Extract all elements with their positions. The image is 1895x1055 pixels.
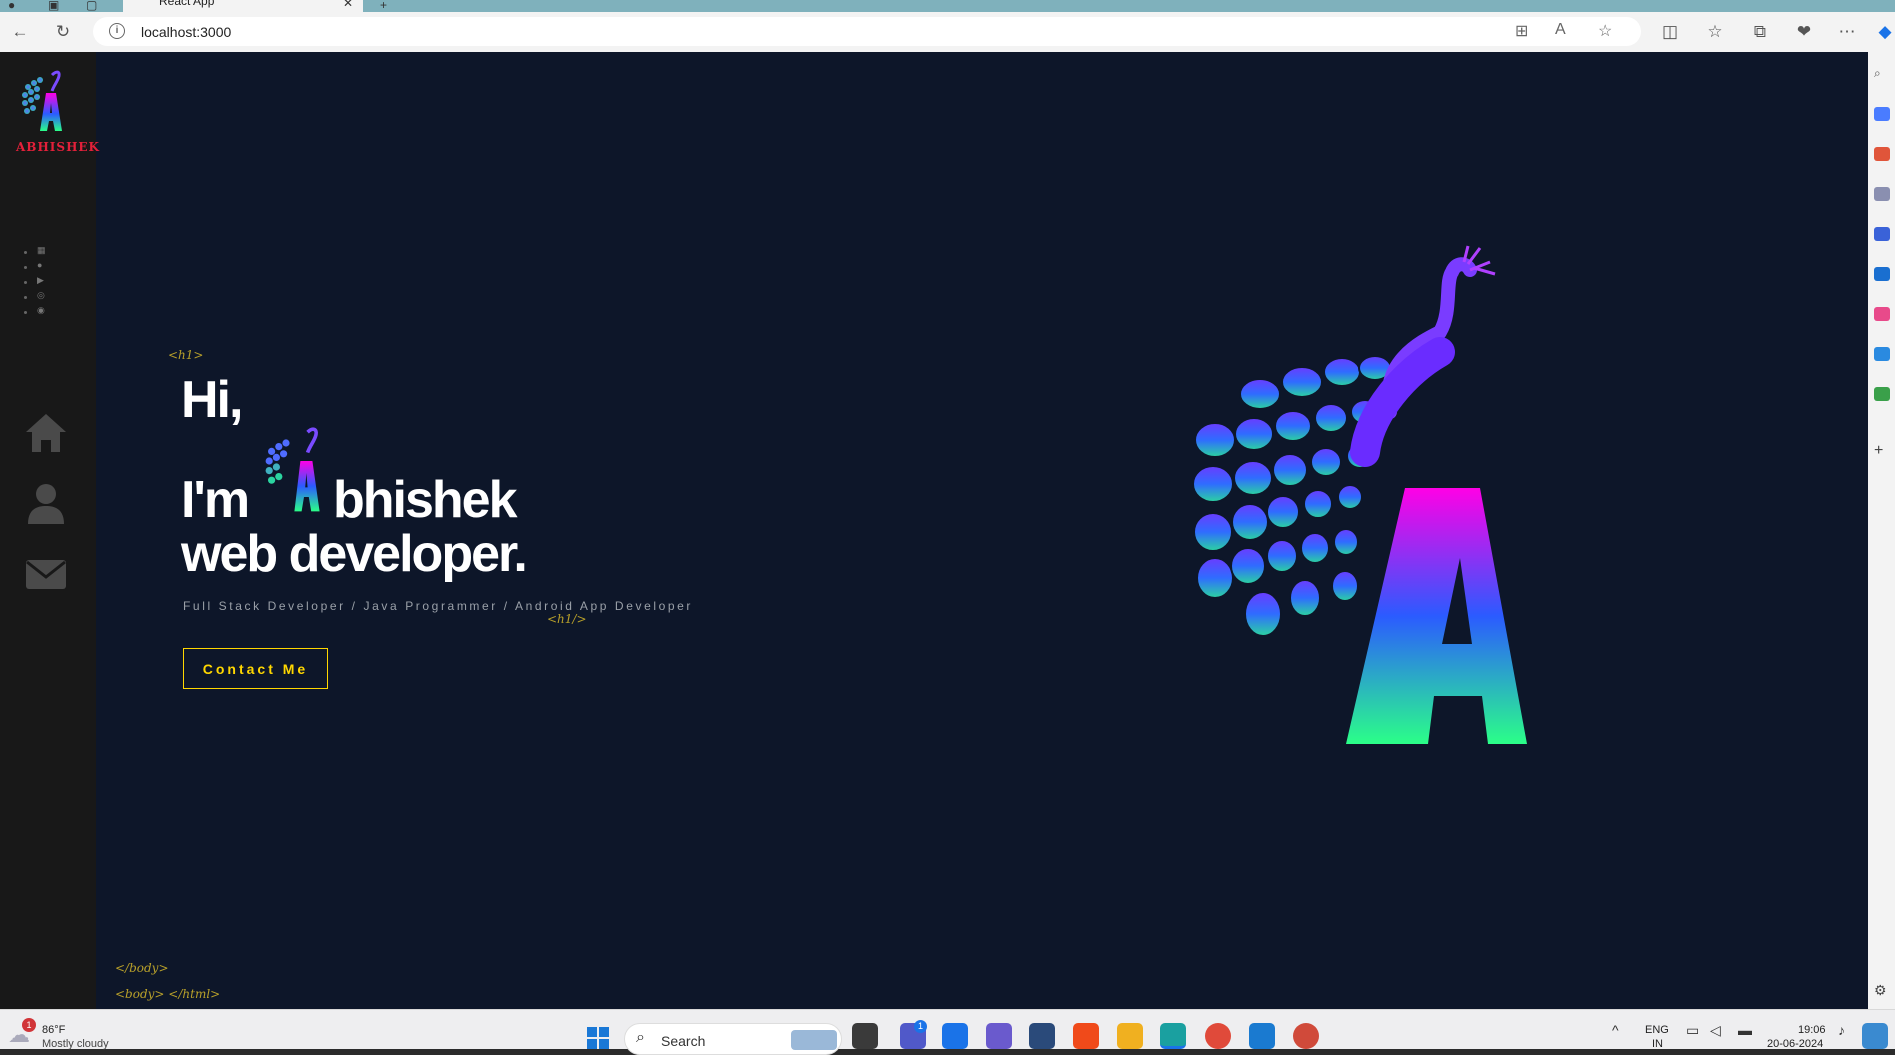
hero-intro: I'm	[181, 470, 250, 530]
h1-close-tag: <h1/>	[547, 612, 587, 626]
file-explorer-icon[interactable]	[1117, 1023, 1143, 1049]
favorites-icon[interactable]: ☆	[1702, 20, 1728, 44]
windows-start-icon[interactable]	[586, 1026, 610, 1050]
telegram-icon[interactable]	[1874, 347, 1890, 361]
hero-logo-icon	[265, 427, 320, 512]
youtube-icon[interactable]: ▶	[37, 275, 47, 285]
new-tab-icon[interactable]: +	[380, 0, 387, 12]
profile-icon[interactable]: ●	[8, 0, 15, 12]
discord-icon[interactable]: ◉	[37, 305, 47, 315]
tools-icon[interactable]	[1874, 147, 1890, 161]
weather-badge: 1	[22, 1018, 36, 1032]
search-highlight-icon	[791, 1030, 837, 1050]
hero-im-text: I'm	[181, 471, 250, 529]
edge-sidebar: ⌕ + ⚙	[1868, 52, 1895, 1009]
task-view-icon[interactable]	[852, 1023, 878, 1049]
site-info-icon[interactable]: i	[109, 23, 125, 39]
brave-browser-icon[interactable]	[1073, 1023, 1099, 1049]
weather-description[interactable]: Mostly cloudy	[42, 1038, 109, 1050]
read-aloud-icon[interactable]: A	[1555, 21, 1566, 39]
collections-icon[interactable]: ⧉	[1747, 20, 1773, 44]
chrome-profile-icon[interactable]	[1293, 1023, 1319, 1049]
html-close-tag: <body> </html>	[115, 987, 221, 1001]
game-icon[interactable]	[1874, 387, 1890, 401]
people-icon[interactable]	[1874, 187, 1890, 201]
hero-subtitle: Full Stack Developer / Java Programmer /…	[183, 599, 694, 613]
search-icon[interactable]: ⌕	[1874, 66, 1890, 80]
clock-time[interactable]: 19:06	[1798, 1024, 1826, 1036]
h1-open-tag: <h1>	[168, 348, 204, 362]
edge-browser-icon[interactable]	[1160, 1023, 1186, 1049]
shopping-icon[interactable]	[1874, 107, 1890, 121]
logo-peacock-icon[interactable]	[18, 67, 78, 137]
sidebar: ABHISHEK ▦ ● ▶ ◎ ◉	[0, 52, 99, 1009]
workspaces-icon[interactable]: ▣	[48, 0, 59, 12]
m365-icon[interactable]	[1874, 227, 1890, 241]
logo-text: ABHISHEK	[16, 140, 100, 154]
clock-date[interactable]: 20-06-2024	[1767, 1038, 1823, 1050]
copilot-tray-icon[interactable]	[1862, 1023, 1888, 1049]
language-bottom[interactable]: IN	[1652, 1038, 1663, 1050]
weather-temp[interactable]: 86°F	[42, 1024, 65, 1036]
hero-name-rest: bhishek	[333, 471, 517, 529]
taskbar-search[interactable]: ⌕ Search	[624, 1023, 842, 1055]
performance-icon[interactable]: ❤	[1791, 20, 1817, 44]
volume-icon[interactable]: ◁	[1710, 1022, 1721, 1039]
split-screen-icon[interactable]: ◫	[1657, 20, 1683, 44]
linkedin-icon[interactable]: ▦	[37, 245, 47, 255]
add-icon[interactable]: +	[1874, 442, 1890, 459]
designer-icon[interactable]	[1874, 307, 1890, 321]
browser-tab-strip: ● ▣ ▢ React App ✕ +	[0, 0, 1895, 12]
web-page: ABHISHEK ▦ ● ▶ ◎ ◉ <h1> Hi, I'm bhishek …	[0, 52, 1868, 1009]
more-menu-icon[interactable]: ⋯	[1834, 20, 1860, 44]
copilot-icon[interactable]: ◆	[1872, 20, 1895, 44]
taskbar: ☁ 1 86°F Mostly cloudy ⌕ Search 1 ^ ENG …	[0, 1009, 1895, 1055]
body-close-tag: </body>	[115, 961, 169, 975]
notification-bell-icon[interactable]: ♪	[1838, 1022, 1845, 1038]
search-placeholder: Search	[661, 1033, 706, 1049]
vscode-icon[interactable]	[1249, 1023, 1275, 1049]
close-tab-icon[interactable]: ✕	[343, 0, 353, 10]
instagram-icon[interactable]: ◎	[37, 290, 47, 300]
copilot-app-icon[interactable]	[986, 1023, 1012, 1049]
mail-app-icon[interactable]	[942, 1023, 968, 1049]
tab-actions-icon[interactable]: ▢	[86, 0, 97, 12]
hero-greeting: Hi,	[181, 371, 243, 429]
mail-icon[interactable]	[24, 552, 68, 596]
show-hidden-icons-icon[interactable]: ^	[1612, 1022, 1619, 1038]
tab-title: React App	[159, 0, 215, 8]
hero-role: web developer.	[181, 525, 528, 583]
language-top[interactable]: ENG	[1645, 1024, 1669, 1036]
browser-toolbar: ← ↻ i localhost:3000 ⊞ A ☆ ◫ ☆ ⧉ ❤ ⋯ ◆	[0, 12, 1895, 52]
back-icon[interactable]: ←	[7, 20, 33, 44]
mysql-workbench-icon[interactable]	[1029, 1023, 1055, 1049]
app-available-icon[interactable]: ⊞	[1515, 21, 1528, 41]
settings-gear-icon[interactable]: ⚙	[1874, 982, 1890, 998]
user-icon[interactable]	[24, 482, 68, 526]
address-bar[interactable]: i localhost:3000 ⊞ A ☆	[93, 17, 1641, 46]
favorite-star-icon[interactable]: ☆	[1598, 21, 1612, 41]
github-icon[interactable]: ●	[37, 260, 47, 270]
home-icon[interactable]	[24, 411, 68, 455]
teams-badge: 1	[914, 1020, 927, 1033]
browser-tab-active[interactable]: React App ✕	[123, 0, 363, 12]
peacock-illustration	[1192, 245, 1527, 744]
url-text: localhost:3000	[141, 24, 232, 40]
contact-me-button[interactable]: Contact Me	[183, 648, 328, 689]
refresh-icon[interactable]: ↻	[50, 20, 76, 44]
search-icon: ⌕	[636, 1029, 645, 1046]
chrome-icon[interactable]	[1205, 1023, 1231, 1049]
battery-icon[interactable]: ▬	[1738, 1022, 1752, 1038]
outlook-icon[interactable]	[1874, 267, 1890, 281]
network-icon[interactable]: ▭	[1686, 1022, 1699, 1039]
